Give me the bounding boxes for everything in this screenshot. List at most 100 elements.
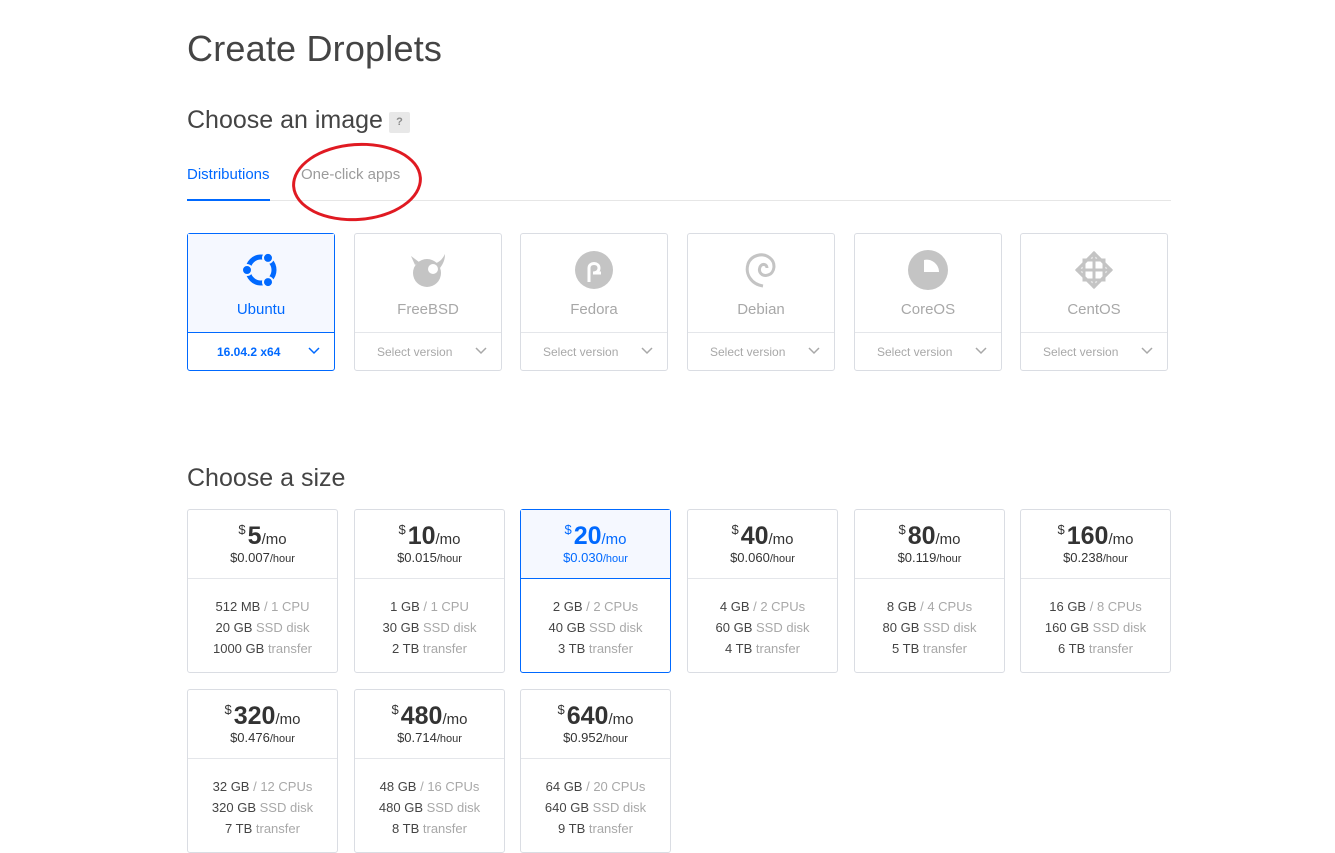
distro-card-fedora[interactable]: Fedora Select version — [520, 233, 668, 371]
size-specs: 64 GB / 20 CPUs 640 GB SSD disk 9 TB tra… — [544, 779, 647, 836]
per-month: /mo — [608, 711, 634, 728]
chevron-down-icon — [475, 347, 487, 355]
version-select[interactable]: Select version — [855, 333, 1001, 371]
per-hour: /hour — [769, 553, 795, 565]
version-label: Select version — [1043, 345, 1119, 359]
distro-card-coreos[interactable]: CoreOS Select version — [854, 233, 1002, 371]
memory: 8 GB — [886, 599, 917, 614]
tab-one-click-apps[interactable]: One-click apps — [301, 164, 400, 199]
help-icon[interactable]: ? — [388, 112, 410, 133]
monthly-price: 5 — [247, 522, 262, 550]
disk-label: SSD disk — [259, 800, 314, 815]
per-hour: /hour — [436, 553, 462, 565]
size-card-40[interactable]: $40/mo $0.060/hour 4 GB / 2 CPUs 60 GB S… — [687, 509, 838, 673]
distro-top: FreeBSD — [355, 234, 501, 333]
transfer: 9 TB — [558, 821, 586, 836]
chevron-down-icon — [808, 347, 820, 355]
distro-name: FreeBSD — [397, 301, 459, 318]
monthly-price: 80 — [907, 522, 936, 550]
distro-name: CentOS — [1067, 301, 1121, 318]
choose-image-title: Choose an image — [187, 106, 383, 134]
distro-name: Ubuntu — [236, 301, 286, 318]
version-select[interactable]: Select version — [688, 333, 834, 371]
size-card-480[interactable]: $480/mo $0.714/hour 48 GB / 16 CPUs 480 … — [354, 689, 505, 853]
per-hour: /hour — [269, 553, 295, 565]
distro-card-debian[interactable]: Debian Select version — [687, 233, 835, 371]
transfer: 5 TB — [892, 641, 920, 656]
per-hour: /hour — [1102, 553, 1128, 565]
page-title: Create Droplets — [187, 28, 443, 69]
per-month: /mo — [768, 531, 794, 548]
monthly-price: 480 — [400, 702, 443, 730]
currency-symbol: $ — [557, 702, 565, 717]
size-price: $5/mo $0.007/hour — [188, 510, 337, 579]
hourly-price: $0.714 — [397, 730, 437, 745]
size-card-80[interactable]: $80/mo $0.119/hour 8 GB / 4 CPUs 80 GB S… — [854, 509, 1005, 673]
distro-card-freebsd[interactable]: FreeBSD Select version — [354, 233, 502, 371]
per-month: /mo — [275, 711, 301, 728]
cpu: 4 CPUs — [927, 599, 973, 614]
version-label: 16.04.2 x64 — [217, 345, 281, 359]
size-specs: 2 GB / 2 CPUs 40 GB SSD disk 3 TB transf… — [548, 599, 643, 656]
chevron-down-icon — [975, 347, 987, 355]
choose-image-heading: Choose an image? — [187, 106, 410, 135]
size-specs: 8 GB / 4 CPUs 80 GB SSD disk 5 TB transf… — [882, 599, 977, 656]
distro-card-ubuntu[interactable]: Ubuntu 16.04.2 x64 — [187, 233, 335, 371]
transfer-label: transfer — [422, 821, 467, 836]
disk: 640 GB — [544, 800, 589, 815]
size-specs: 4 GB / 2 CPUs 60 GB SSD disk 4 TB transf… — [715, 599, 810, 656]
size-card-640[interactable]: $640/mo $0.952/hour 64 GB / 20 CPUs 640 … — [520, 689, 671, 853]
image-tabs: Distributions One-click apps — [187, 164, 1171, 201]
size-price: $10/mo $0.015/hour — [355, 510, 504, 579]
disk: 320 GB — [211, 800, 256, 815]
cpu: 8 CPUs — [1096, 599, 1142, 614]
chevron-down-icon — [308, 347, 320, 355]
transfer-label: transfer — [922, 641, 967, 656]
monthly-price: 20 — [573, 522, 602, 550]
version-select[interactable]: Select version — [521, 333, 667, 371]
transfer-label: transfer — [255, 821, 300, 836]
choose-size-title: Choose a size — [187, 464, 346, 492]
distro-card-centos[interactable]: CentOS Select version — [1020, 233, 1168, 371]
size-price: $80/mo $0.119/hour — [855, 510, 1004, 579]
cpu: 2 CPUs — [760, 599, 806, 614]
tab-distributions[interactable]: Distributions — [187, 164, 270, 201]
disk-label: SSD disk — [592, 800, 647, 815]
hourly-price: $0.119 — [897, 550, 937, 565]
currency-symbol: $ — [564, 522, 572, 537]
transfer: 8 TB — [392, 821, 420, 836]
memory: 1 GB — [390, 599, 420, 614]
per-hour: /hour — [602, 553, 628, 565]
cpu: 1 CPU — [271, 599, 310, 614]
disk: 80 GB — [882, 620, 920, 635]
transfer-label: transfer — [588, 641, 633, 656]
distro-top: Debian — [688, 234, 834, 333]
hourly-price: $0.952 — [563, 730, 603, 745]
disk: 160 GB — [1044, 620, 1089, 635]
version-label: Select version — [877, 345, 953, 359]
version-select[interactable]: Select version — [1021, 333, 1167, 371]
size-card-10[interactable]: $10/mo $0.015/hour 1 GB / 1 CPU 30 GB SS… — [354, 509, 505, 673]
distro-top: CentOS — [1021, 234, 1167, 333]
disk-label: SSD disk — [756, 620, 810, 635]
size-specs: 1 GB / 1 CPU 30 GB SSD disk 2 TB transfe… — [382, 599, 477, 656]
currency-symbol: $ — [224, 702, 232, 717]
version-select[interactable]: 16.04.2 x64 — [188, 333, 334, 371]
transfer-label: transfer — [267, 641, 313, 656]
size-card-20[interactable]: $20/mo $0.030/hour 2 GB / 2 CPUs 40 GB S… — [520, 509, 671, 673]
chevron-down-icon — [1141, 347, 1153, 355]
currency-symbol: $ — [731, 522, 739, 537]
transfer-label: transfer — [588, 821, 633, 836]
per-hour: /hour — [436, 733, 462, 745]
version-label: Select version — [710, 345, 786, 359]
disk: 60 GB — [715, 620, 753, 635]
disk-label: SSD disk — [423, 620, 477, 635]
chevron-down-icon — [641, 347, 653, 355]
disk-label: SSD disk — [426, 800, 481, 815]
version-select[interactable]: Select version — [355, 333, 501, 371]
memory: 2 GB — [552, 599, 583, 614]
cpu: 20 CPUs — [593, 779, 646, 794]
size-card-320[interactable]: $320/mo $0.476/hour 32 GB / 12 CPUs 320 … — [187, 689, 338, 853]
size-card-5[interactable]: $5/mo $0.007/hour 512 MB / 1 CPU 20 GB S… — [187, 509, 338, 673]
size-card-160[interactable]: $160/mo $0.238/hour 16 GB / 8 CPUs 160 G… — [1020, 509, 1171, 673]
